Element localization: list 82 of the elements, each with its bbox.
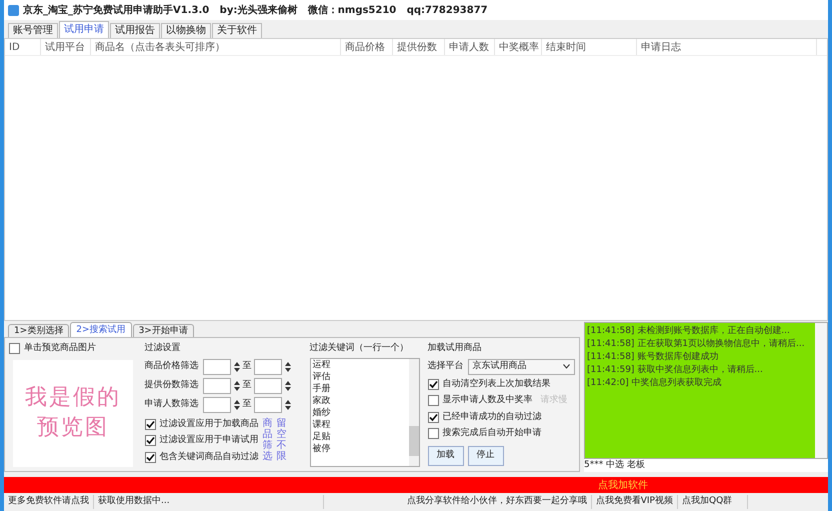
number-field[interactable] [254, 396, 282, 412]
group-title: 加载试用商品 [428, 342, 483, 355]
tab[interactable]: 以物换物 [161, 23, 211, 38]
column-header[interactable]: 商品价格 [341, 39, 393, 55]
keyword-line: 被停 [312, 442, 332, 454]
checkbox-label: 单击预览商品图片 [24, 342, 96, 355]
checkbox[interactable] [144, 452, 156, 463]
checkbox-label: 包含关键词商品自动过滤 [160, 450, 259, 464]
log-line: [11:41:59] 获取中奖信息列表中，请稍后... [587, 364, 764, 377]
number-field[interactable] [202, 378, 231, 394]
range-separator: 至 [242, 360, 252, 373]
tab[interactable]: 试用申请 [59, 21, 109, 38]
keyword-line: 课程 [312, 418, 332, 430]
checkbox[interactable] [144, 435, 156, 446]
preview-text: 预览图 [36, 414, 109, 442]
checkbox[interactable] [428, 428, 439, 440]
note-text: 留空不限 [276, 418, 287, 464]
checkbox-label: 显示申请人数及中奖率 [442, 394, 533, 407]
app-icon [8, 4, 19, 16]
status-item[interactable]: 更多免费软件请点我 [4, 495, 94, 509]
step-tab[interactable]: 2>搜索试用 [70, 322, 132, 337]
column-header[interactable]: ID [5, 39, 41, 55]
field-label: 选择平台 [428, 360, 464, 373]
column-header[interactable]: 中奖概率 [495, 39, 542, 55]
checkbox[interactable] [144, 418, 156, 430]
keyword-line: 婚纱 [312, 406, 332, 418]
log-footer: 5*** 中选 老板 [584, 459, 828, 472]
checkbox-label: 过滤设置应用于加载商品 [160, 418, 259, 430]
column-header[interactable]: 结束时间 [542, 39, 637, 55]
scrollbar[interactable] [815, 323, 827, 458]
keyword-line: 足贴 [312, 430, 332, 442]
keyword-line: 手册 [312, 382, 332, 394]
range-separator: 至 [242, 378, 252, 392]
field-label: 提供份数筛选 [144, 378, 200, 392]
log-line: [11:41:58] 正在获取第1页以物换物信息中，请稍后... [587, 338, 806, 351]
checkbox[interactable] [428, 412, 439, 423]
status-item[interactable]: 获取使用数据中... [94, 495, 324, 509]
tab[interactable]: 关于软件 [212, 23, 262, 38]
column-header[interactable]: 申请日志 [637, 39, 817, 55]
platform-dropdown[interactable]: 京东试用商品 [468, 358, 575, 374]
number-field[interactable] [202, 358, 231, 374]
checkbox[interactable] [9, 343, 20, 354]
window-title: 京东_淘宝_苏宁免费试用申请助手V1.3.0 by:光头强来偷树 微信：nmgs5210 qq:778293877 [23, 3, 488, 18]
status-item[interactable]: 点我免费看VIP视频 [592, 495, 678, 509]
step-tab[interactable]: 1>类别选择 [8, 324, 70, 337]
step-tab[interactable]: 3>开始申请 [132, 324, 194, 337]
keyword-line: 运程 [312, 358, 332, 370]
column-header[interactable]: 商品名（点击各表头可排序） [91, 39, 341, 55]
checkbox-label: 搜索完成后自动开始申请 [442, 427, 542, 440]
number-field[interactable] [254, 358, 282, 374]
tab[interactable]: 试用报告 [110, 23, 160, 38]
log-line: [11:41:58] 账号数据库创建成功 [587, 351, 720, 364]
scrollbar[interactable] [408, 358, 419, 466]
field-label: 商品价格筛选 [144, 360, 200, 373]
number-field[interactable] [202, 396, 231, 412]
action-button[interactable]: 加载 [428, 446, 464, 466]
column-header[interactable]: 提供份数 [393, 39, 445, 55]
keyword-line: 家政 [312, 394, 332, 406]
note-text: 商品筛选 [262, 418, 273, 464]
chevron-down-icon [562, 364, 570, 369]
column-header[interactable]: 申请人数 [445, 39, 495, 55]
column-header[interactable]: 试用平台 [41, 39, 91, 55]
range-separator: 至 [242, 398, 252, 411]
tab[interactable]: 账号管理 [8, 23, 58, 38]
keywords-box[interactable]: 运程 评估 手册 家政 婚纱 课程 足贴 被停 [310, 358, 420, 467]
preview-text: 我是假的 [24, 384, 121, 412]
checkbox-label: 自动清空列表上次加载结果 [442, 378, 551, 390]
group-title: 过滤设置 [144, 342, 182, 355]
status-item[interactable]: 点我加QQ群 [678, 495, 748, 509]
keyword-line: 评估 [312, 370, 332, 382]
checkbox-label: 过滤设置应用于申请试用 [160, 434, 259, 447]
checkbox[interactable] [428, 378, 439, 390]
checkbox-label: 已经申请成功的自动过滤 [442, 410, 542, 424]
checkbox[interactable] [428, 395, 439, 406]
status-item[interactable]: 点我分享软件给小伙伴，好东西要一起分享哦 [402, 495, 592, 509]
option-hint: 请求慢 [540, 394, 568, 407]
group-title: 过滤关键词（一行一个） [310, 342, 410, 355]
field-label: 申请人数筛选 [144, 398, 200, 411]
action-button[interactable]: 停止 [468, 446, 504, 466]
number-field[interactable] [254, 378, 282, 394]
log-line: [11:42:0] 中奖信息列表获取完成 [587, 377, 723, 390]
log-line: [11:41:58] 未检测到账号数据库，正在自动创建... [587, 325, 791, 338]
